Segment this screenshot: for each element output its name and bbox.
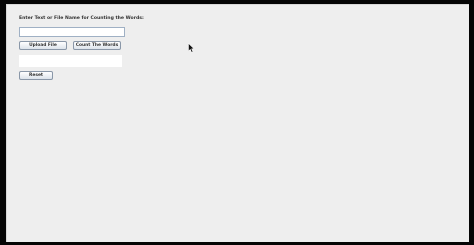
text-input[interactable] xyxy=(19,27,125,37)
count-words-button[interactable]: Count The Words xyxy=(73,41,121,50)
mouse-pointer-icon xyxy=(188,43,195,53)
result-display xyxy=(19,55,122,67)
reset-button[interactable]: Reset xyxy=(19,71,53,80)
screen-frame: Enter Text or File Name for Counting the… xyxy=(0,0,474,245)
app-window-panel: Enter Text or File Name for Counting the… xyxy=(6,4,469,242)
prompt-label: Enter Text or File Name for Counting the… xyxy=(19,16,144,21)
upload-file-button[interactable]: Upload File xyxy=(19,41,67,50)
